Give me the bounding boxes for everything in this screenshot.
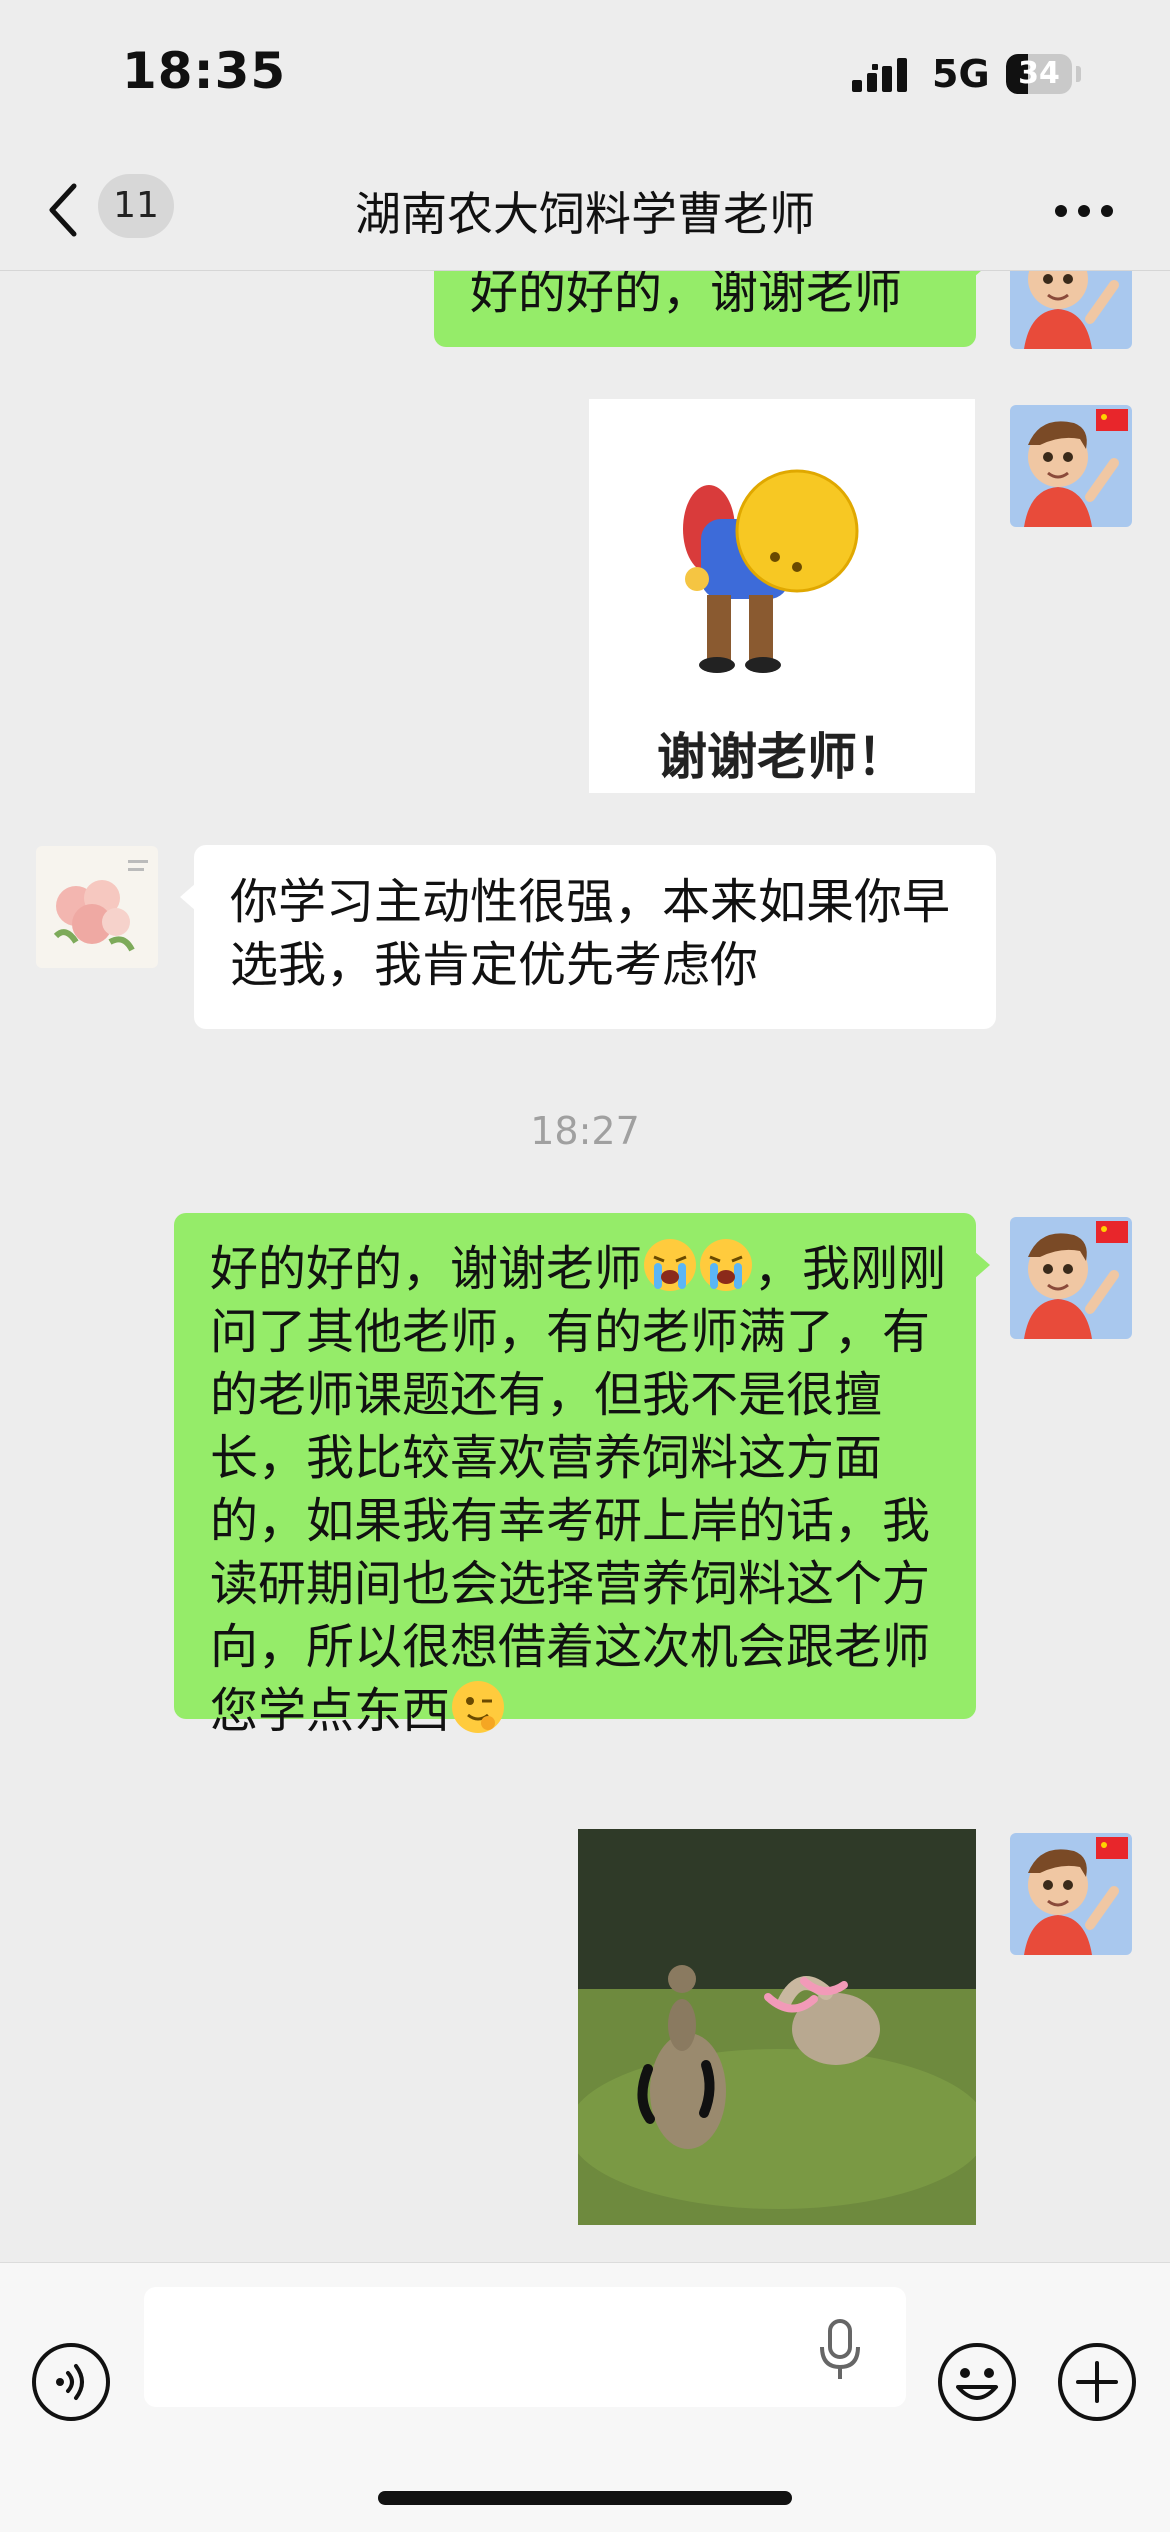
signal-icon [852, 58, 907, 92]
my-avatar[interactable] [1010, 405, 1132, 527]
chevron-left-icon[interactable] [44, 180, 84, 240]
unread-count-badge[interactable]: 11 [98, 174, 174, 238]
input-bar [0, 2262, 1170, 2532]
flowers-avatar-icon [36, 846, 158, 968]
message-text-part2: ，我刚刚问了其他老师，有的老师满了，有的老师课题还有，但我不是很擅长，我比较喜欢… [210, 1241, 947, 1739]
battery-cap [1076, 66, 1081, 82]
message-input[interactable] [144, 2287, 906, 2407]
boy-avatar-icon [1010, 1217, 1132, 1339]
battery-level: 34 [1018, 56, 1060, 91]
more-dots-icon[interactable] [1054, 204, 1114, 218]
outgoing-message[interactable]: 好的好的，谢谢老师 [434, 271, 990, 347]
status-time: 18:35 [122, 42, 287, 100]
my-avatar[interactable] [1010, 1217, 1132, 1339]
message-text-part1: 好的好的，谢谢老师 [210, 1241, 643, 1297]
message-text: 你学习主动性很强，本来如果你早选我，我肯定优先考虑你 [230, 874, 951, 993]
boy-avatar-icon [1010, 1833, 1132, 1955]
my-avatar[interactable] [1010, 271, 1132, 349]
message-text: 好的好的，谢谢老师 [470, 271, 903, 320]
chat-title: 湖南农大饲料学曹老师 [355, 187, 815, 241]
boy-avatar-icon [1010, 405, 1132, 527]
sticker-message[interactable]: 谢谢老师！ [589, 399, 975, 793]
voice-icon[interactable] [30, 2341, 112, 2423]
smile-icon[interactable] [936, 2341, 1018, 2423]
home-indicator[interactable] [378, 2491, 792, 2505]
my-avatar[interactable] [1010, 1833, 1132, 1955]
mic-icon[interactable] [818, 2319, 862, 2381]
crying-emoji-icon [700, 1239, 753, 1291]
network-label: 5G [932, 52, 990, 96]
status-bar: 18:35 5G 34 [0, 0, 1170, 150]
outgoing-message[interactable]: 好的好的，谢谢老师 ，我刚刚问了其他老师，有的老师满了，有的老师课题还有，但我不… [174, 1213, 990, 1739]
battery-icon: 34 [1006, 54, 1072, 94]
plus-icon[interactable] [1056, 2341, 1138, 2423]
chat-screen: 18:35 5G 34 11 湖南农大饲料学曹老师 好的好的，谢谢老师 谢谢老师… [0, 0, 1170, 2532]
image-message[interactable] [578, 1829, 976, 2225]
wink-emoji-icon [452, 1681, 505, 1733]
incoming-message[interactable]: 你学习主动性很强，本来如果你早选我，我肯定优先考虑你 [180, 845, 996, 1029]
message-list[interactable]: 好的好的，谢谢老师 谢谢老师！ 你学习主动性很强，本来如果你早选我，我肯定优先考… [0, 271, 1170, 2261]
teacher-avatar[interactable] [36, 846, 158, 968]
ducks-photo [578, 1829, 976, 2225]
sticker-caption: 谢谢老师！ [657, 728, 907, 786]
message-timestamp: 18:27 [530, 1109, 640, 1153]
boy-avatar-icon [1010, 271, 1132, 349]
bowing-emoji-sticker [683, 469, 859, 673]
crying-emoji-icon [644, 1239, 697, 1291]
nav-bar: 11 湖南农大饲料学曹老师 [0, 150, 1170, 271]
